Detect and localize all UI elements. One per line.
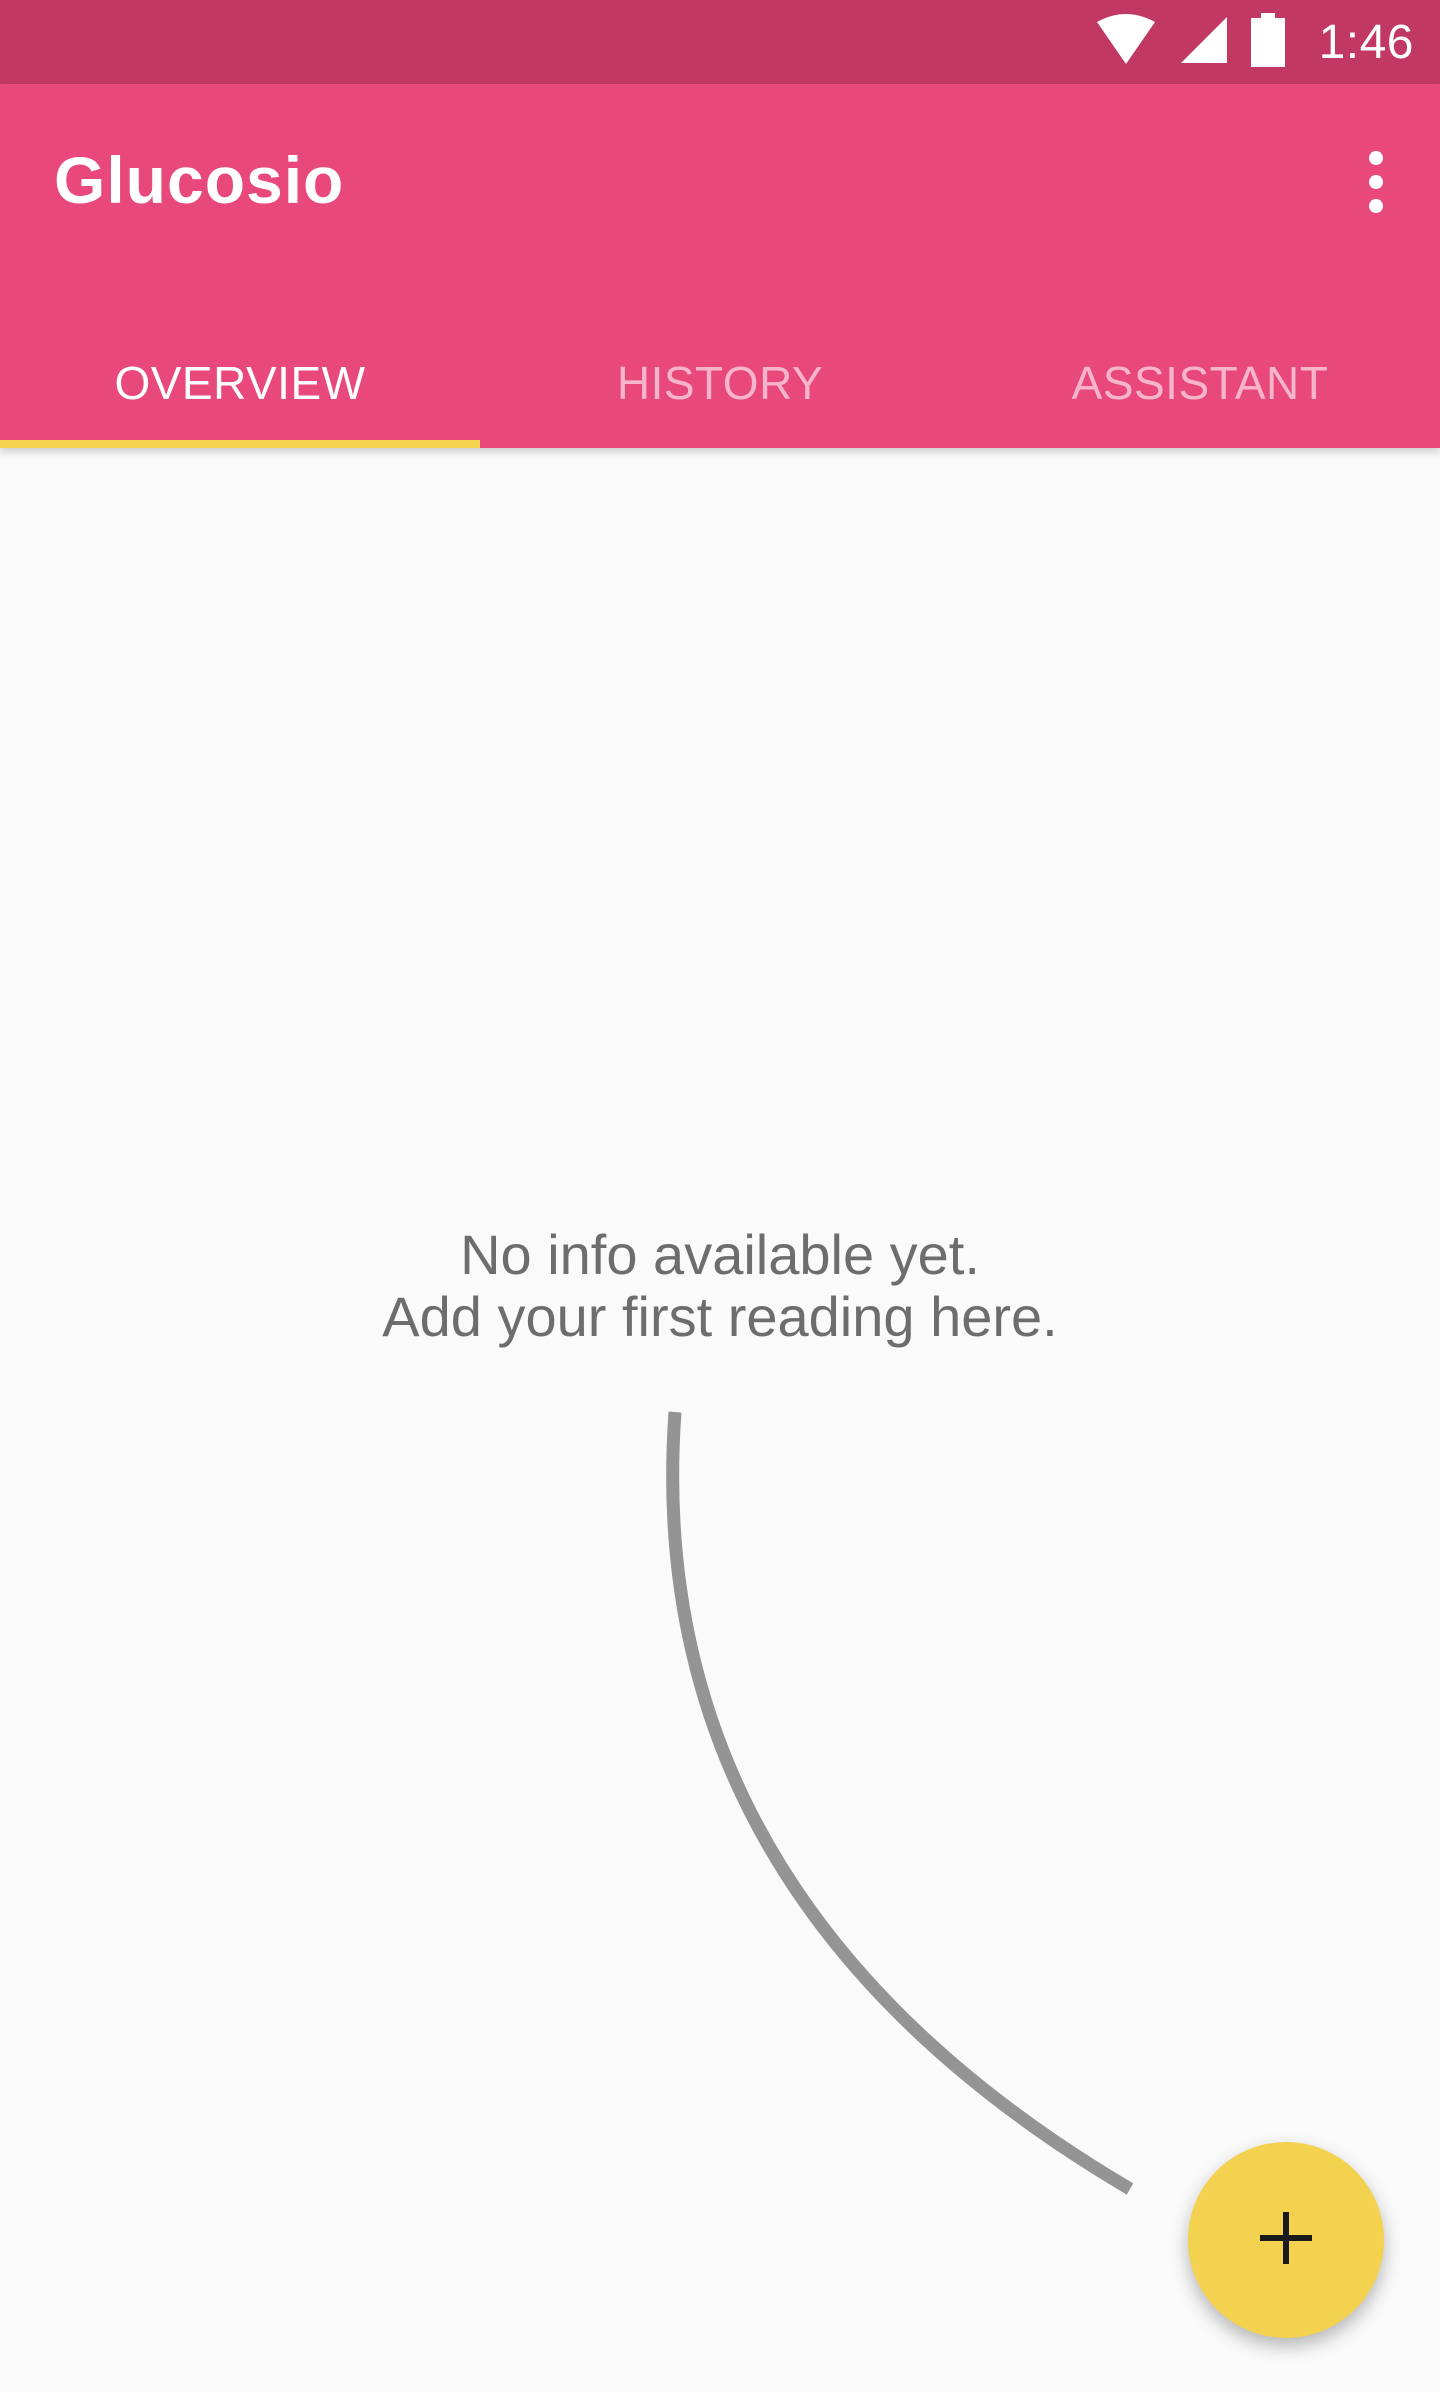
cellular-signal-icon — [1179, 15, 1229, 70]
empty-state-hint: Add your first reading here. — [382, 1285, 1058, 1348]
battery-icon — [1250, 12, 1285, 72]
tab-bar: OVERVIEW HISTORY ASSISTANT — [0, 318, 1440, 448]
status-icons: 1:46 — [1095, 0, 1414, 84]
empty-state-message: No info available yet. — [460, 1223, 980, 1286]
more-vert-icon — [1366, 150, 1386, 219]
plus-icon — [1258, 2210, 1314, 2271]
tab-assistant[interactable]: ASSISTANT — [960, 318, 1440, 448]
overflow-menu-button[interactable] — [1336, 144, 1416, 224]
app-bar: Glucosio OVERVIEW HISTORY ASSISTANT — [0, 84, 1440, 448]
status-bar: 1:46 — [0, 0, 1440, 84]
app-title: Glucosio — [54, 143, 345, 217]
tab-history[interactable]: HISTORY — [480, 318, 960, 448]
tab-overview[interactable]: OVERVIEW — [0, 318, 480, 448]
add-reading-button[interactable] — [1188, 2142, 1384, 2338]
wifi-icon — [1095, 13, 1157, 71]
status-time: 1:46 — [1318, 15, 1414, 69]
